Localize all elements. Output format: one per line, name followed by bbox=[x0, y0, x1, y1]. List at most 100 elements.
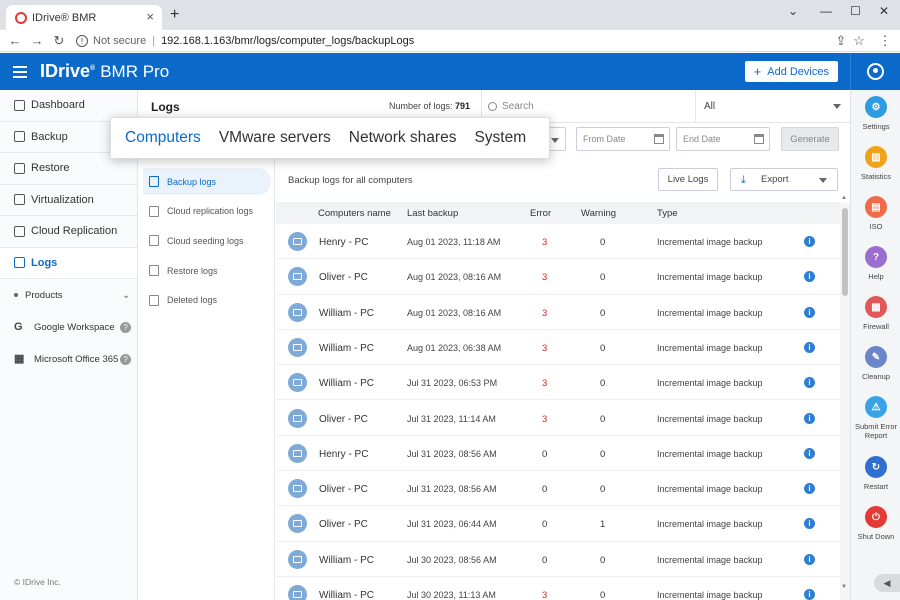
minimize-icon[interactable]: — bbox=[820, 4, 832, 18]
computer-name[interactable]: William - PC bbox=[319, 343, 374, 354]
scrollbar-thumb[interactable] bbox=[842, 208, 848, 296]
col-warning[interactable]: Warning bbox=[581, 208, 616, 219]
info-icon[interactable]: i bbox=[804, 306, 815, 318]
product-microsoft-office-365[interactable]: ▦ Microsoft Office 365? bbox=[0, 343, 137, 375]
tool-firewall[interactable]: ▦ Firewall bbox=[851, 296, 900, 331]
log-type-restore-logs[interactable]: Restore logs bbox=[143, 257, 271, 284]
bookmark-star-icon[interactable]: ☆ bbox=[848, 33, 870, 49]
tool-shut-down[interactable]: ⏻ Shut Down bbox=[851, 506, 900, 541]
error-count: 0 bbox=[542, 448, 548, 460]
generate-button[interactable]: Generate bbox=[781, 127, 839, 151]
computer-name[interactable]: Henry - PC bbox=[319, 449, 368, 460]
hamburger-menu-icon[interactable] bbox=[13, 65, 27, 78]
url-field[interactable]: ! Not secure | 192.168.1.163/bmr/logs/co… bbox=[70, 32, 870, 50]
help-icon[interactable]: ? bbox=[120, 353, 131, 365]
col-type[interactable]: Type bbox=[657, 208, 678, 219]
info-icon[interactable]: i bbox=[804, 412, 815, 424]
table-row[interactable]: Oliver - PC Jul 31 2023, 06:44 AM 0 1 Increm… bbox=[276, 506, 840, 542]
info-icon[interactable]: i bbox=[804, 271, 815, 283]
computer-name[interactable]: Henry - PC bbox=[319, 237, 368, 248]
tool-statistics[interactable]: ▥ Statistics bbox=[851, 146, 900, 181]
tool-settings[interactable]: ⚙ Settings bbox=[851, 96, 900, 131]
backup-type: Incremental image backup bbox=[657, 484, 763, 495]
tool-restart[interactable]: ↻ Restart bbox=[851, 456, 900, 491]
submit-error-report-icon: ⚠ bbox=[865, 396, 887, 418]
log-type-cloud-seeding-logs[interactable]: Cloud seeding logs bbox=[143, 227, 271, 254]
forward-icon[interactable]: → bbox=[26, 33, 48, 48]
windows-icon: ▦ bbox=[14, 352, 25, 365]
info-icon[interactable]: i bbox=[804, 483, 815, 495]
help-icon[interactable]: ? bbox=[120, 321, 131, 333]
user-profile-button[interactable] bbox=[850, 53, 900, 90]
table-row[interactable]: Oliver - PC Aug 01 2023, 08:16 AM 3 0 Increm… bbox=[276, 259, 840, 295]
scroll-up-icon[interactable]: ▲ bbox=[841, 195, 847, 201]
info-icon[interactable]: i bbox=[804, 447, 815, 459]
computer-name[interactable]: William - PC bbox=[319, 308, 374, 319]
backup-type: Incremental image backup bbox=[657, 413, 763, 424]
info-icon[interactable]: i bbox=[804, 589, 815, 600]
table-row[interactable]: Henry - PC Jul 31 2023, 08:56 AM 0 0 Increme… bbox=[276, 436, 840, 472]
info-icon[interactable]: i bbox=[804, 341, 815, 353]
end-date-input[interactable]: End Date bbox=[676, 127, 770, 151]
tab-system[interactable]: System bbox=[474, 129, 526, 147]
computer-name[interactable]: Oliver - PC bbox=[319, 272, 368, 283]
info-icon[interactable]: i bbox=[804, 518, 815, 530]
tab-computers[interactable]: Computers bbox=[125, 129, 201, 147]
table-row[interactable]: William - PC Aug 01 2023, 08:16 AM 3 0 Incre… bbox=[276, 295, 840, 330]
sidebar-item-virtualization[interactable]: Virtualization bbox=[0, 185, 137, 216]
from-date-input[interactable]: From Date bbox=[576, 127, 670, 151]
add-devices-button[interactable]: + Add Devices bbox=[744, 61, 838, 82]
table-row[interactable]: Henry - PC Aug 01 2023, 11:18 AM 3 0 Increme… bbox=[276, 224, 840, 260]
computer-name[interactable]: Oliver - PC bbox=[319, 484, 368, 495]
info-icon[interactable]: i bbox=[804, 553, 815, 565]
products-group[interactable]: Products ⌄ bbox=[0, 279, 137, 311]
sidebar-item-cloud-replication[interactable]: Cloud Replication bbox=[0, 216, 137, 248]
tab-network-shares[interactable]: Network shares bbox=[349, 129, 457, 147]
computer-name[interactable]: William - PC bbox=[319, 590, 374, 600]
dashboard-icon bbox=[14, 99, 25, 111]
browser-tab[interactable]: IDrive® BMR × bbox=[6, 5, 162, 30]
tool-iso[interactable]: ▤ ISO bbox=[851, 196, 900, 231]
col-error[interactable]: Error bbox=[530, 208, 551, 219]
log-file-icon bbox=[149, 176, 159, 187]
tool-submit-error-report[interactable]: ⚠ Submit Error Report bbox=[851, 396, 900, 440]
computer-name[interactable]: William - PC bbox=[319, 555, 374, 566]
table-row[interactable]: Oliver - PC Jul 31 2023, 08:56 AM 0 0 Increm… bbox=[276, 471, 840, 507]
log-type-deleted-logs[interactable]: Deleted logs bbox=[143, 287, 271, 314]
close-window-icon[interactable]: ✕ bbox=[879, 4, 889, 18]
table-scrollbar[interactable]: ▲ ▼ bbox=[840, 195, 850, 600]
chevron-down-icon[interactable]: ⌄ bbox=[788, 4, 798, 18]
log-type-backup-logs[interactable]: Backup logs bbox=[143, 168, 271, 195]
close-tab-icon[interactable]: × bbox=[146, 9, 154, 24]
log-category-tabs: Computers VMware servers Network shares Sys… bbox=[110, 117, 550, 159]
table-row[interactable]: William - PC Jul 30 2023, 08:56 AM 0 0 Incre… bbox=[276, 542, 840, 577]
reload-icon[interactable]: ↻ bbox=[48, 33, 70, 49]
tab-vmware-servers[interactable]: VMware servers bbox=[219, 129, 331, 147]
table-row[interactable]: William - PC Jul 31 2023, 06:53 PM 3 0 Incre… bbox=[276, 365, 840, 401]
copyright: © IDrive Inc. bbox=[14, 577, 61, 587]
tool-help[interactable]: ? Help bbox=[851, 246, 900, 281]
sidebar-item-logs[interactable]: Logs bbox=[0, 247, 137, 279]
new-tab-icon[interactable]: + bbox=[170, 6, 179, 24]
product-google-workspace[interactable]: G Google Workspace? bbox=[0, 311, 137, 343]
collapse-panel-icon[interactable]: ◀ bbox=[874, 574, 900, 592]
browser-menu-icon[interactable]: ⋮ bbox=[874, 33, 896, 49]
back-icon[interactable]: ← bbox=[4, 33, 26, 48]
info-icon[interactable]: i bbox=[804, 236, 815, 247]
computer-name[interactable]: Oliver - PC bbox=[319, 519, 368, 530]
table-row[interactable]: Oliver - PC Jul 31 2023, 11:14 AM 3 0 Increm… bbox=[276, 401, 840, 436]
log-type-cloud-replication-logs[interactable]: Cloud replication logs bbox=[143, 198, 271, 225]
live-logs-button[interactable]: Live Logs bbox=[658, 168, 718, 191]
table-row[interactable]: William - PC Jul 30 2023, 11:13 AM 3 0 Incre… bbox=[276, 577, 840, 600]
computer-name[interactable]: William - PC bbox=[319, 378, 374, 389]
col-computer-name[interactable]: Computers name bbox=[318, 208, 391, 219]
computer-name[interactable]: Oliver - PC bbox=[319, 414, 368, 425]
scroll-down-icon[interactable]: ▼ bbox=[841, 584, 847, 590]
export-dropdown[interactable]: ⤓ Export bbox=[730, 168, 838, 191]
maximize-icon[interactable]: ☐ bbox=[850, 4, 861, 18]
col-last-backup[interactable]: Last backup bbox=[407, 208, 458, 219]
table-row[interactable]: William - PC Aug 01 2023, 06:38 AM 3 0 Incre… bbox=[276, 330, 840, 366]
info-icon[interactable]: i bbox=[804, 377, 815, 389]
filter-select[interactable]: All bbox=[695, 90, 850, 123]
tool-cleanup[interactable]: ✎ Cleanup bbox=[851, 346, 900, 381]
